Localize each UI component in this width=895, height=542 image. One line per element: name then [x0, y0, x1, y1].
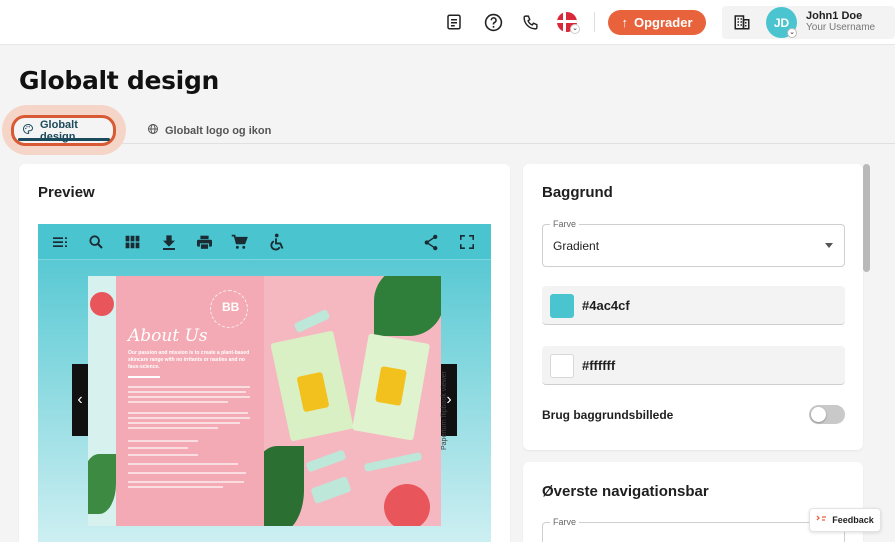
- dropdown-caret-icon[interactable]: [825, 243, 833, 248]
- background-image-toggle[interactable]: [809, 405, 845, 424]
- toggle-knob: [811, 407, 826, 422]
- text-block: [128, 463, 238, 465]
- top-nav-color-select[interactable]: [542, 522, 845, 542]
- color-1-value: #4ac4cf: [582, 298, 630, 313]
- color-1-swatch[interactable]: [550, 294, 574, 318]
- color-2-swatch[interactable]: [550, 354, 574, 378]
- background-image-toggle-label: Brug baggrundsbillede: [542, 408, 674, 422]
- text-block: [128, 396, 250, 398]
- book-page-right: [264, 276, 441, 526]
- color-mode-label: Farve: [550, 219, 580, 229]
- feedback-button[interactable]: Feedback: [809, 508, 881, 532]
- leaf-image: [374, 276, 441, 336]
- leaf-image: [264, 446, 304, 526]
- top-nav-title: Øverste navigationsbar: [542, 483, 709, 500]
- avatar-chevron-icon[interactable]: ⌄: [787, 28, 797, 38]
- palette-icon: [22, 123, 34, 138]
- upgrade-button[interactable]: ↑ Opgrader: [608, 10, 706, 35]
- document-icon[interactable]: [443, 11, 465, 33]
- text-block: [128, 481, 244, 483]
- cart-icon[interactable]: [230, 233, 248, 251]
- brand-logo-mark: BB: [222, 300, 240, 314]
- tabs-divider: [19, 143, 895, 144]
- text-block: [128, 412, 248, 414]
- upgrade-label: Opgrader: [633, 15, 693, 30]
- tab-global-logo[interactable]: Globalt logo og ikon: [147, 123, 271, 138]
- topbar-divider: [594, 12, 595, 32]
- color-mode-value: Gradient: [553, 239, 600, 253]
- print-icon[interactable]: [195, 233, 213, 251]
- text-block: [128, 472, 246, 474]
- top-bar: ⌄ ↑ Opgrader JD ⌄ John1 Doe Your Usernam…: [0, 0, 895, 45]
- product-tube: [363, 452, 423, 472]
- color-2-field[interactable]: #ffffff: [542, 346, 845, 385]
- book-lead-text: Our passion and mission is to create a p…: [128, 350, 250, 370]
- text-block: [128, 386, 250, 388]
- product-tube: [310, 475, 352, 505]
- phone-icon[interactable]: [519, 11, 541, 33]
- user-name: John1 Doe: [806, 10, 863, 22]
- watermelon-image: [90, 292, 114, 316]
- background-title: Baggrund: [542, 184, 613, 201]
- arrow-up-icon: ↑: [621, 15, 628, 30]
- book-page-left: BB About Us Our passion and mission is t…: [88, 276, 264, 526]
- text-block: [128, 427, 218, 429]
- search-icon[interactable]: [87, 233, 105, 251]
- scrollbar-thumb[interactable]: [863, 164, 870, 272]
- feedback-label: Feedback: [832, 515, 874, 525]
- flipbook-viewer[interactable]: BB About Us Our passion and mission is t…: [38, 224, 491, 542]
- help-icon[interactable]: [482, 11, 504, 33]
- viewer-watermark: Paperturn flipbook viewer: [441, 371, 448, 450]
- building-icon[interactable]: [731, 11, 753, 33]
- active-tab-indicator: [18, 138, 110, 141]
- text-block: [128, 391, 246, 393]
- text-block: [128, 417, 250, 419]
- text-block: [128, 486, 223, 488]
- text-divider: [128, 376, 160, 378]
- menu-icon[interactable]: [52, 233, 70, 251]
- prev-page-button[interactable]: ‹: [72, 364, 88, 436]
- share-icon[interactable]: [422, 233, 440, 251]
- globe-icon: [147, 123, 159, 138]
- viewer-toolbar: [38, 224, 491, 260]
- tab-label: Globalt logo og ikon: [165, 124, 272, 137]
- preview-title: Preview: [38, 184, 95, 201]
- page-title: Globalt design: [19, 66, 220, 95]
- user-subtitle: Your Username: [806, 22, 876, 33]
- feedback-icon: [816, 514, 828, 526]
- accessibility-icon[interactable]: [267, 233, 285, 251]
- text-block: [128, 440, 198, 442]
- language-chevron-icon[interactable]: ⌄: [570, 24, 580, 34]
- color-1-field[interactable]: #4ac4cf: [542, 286, 845, 325]
- product-tube: [305, 449, 347, 473]
- book-heading: About Us: [128, 326, 208, 346]
- text-block: [128, 401, 228, 403]
- text-block: [128, 422, 240, 424]
- product-tube: [293, 308, 331, 334]
- text-block: [128, 447, 188, 449]
- download-icon[interactable]: [160, 233, 178, 251]
- flipbook-spread[interactable]: BB About Us Our passion and mission is t…: [88, 276, 441, 526]
- fullscreen-icon[interactable]: [458, 233, 476, 251]
- text-block: [128, 454, 198, 456]
- top-nav-color-label: Farve: [550, 517, 580, 527]
- color-2-value: #ffffff: [582, 358, 616, 373]
- watermelon-image: [384, 484, 430, 526]
- grid-icon[interactable]: [123, 233, 141, 251]
- tab-global-design[interactable]: Globalt design: [11, 115, 116, 146]
